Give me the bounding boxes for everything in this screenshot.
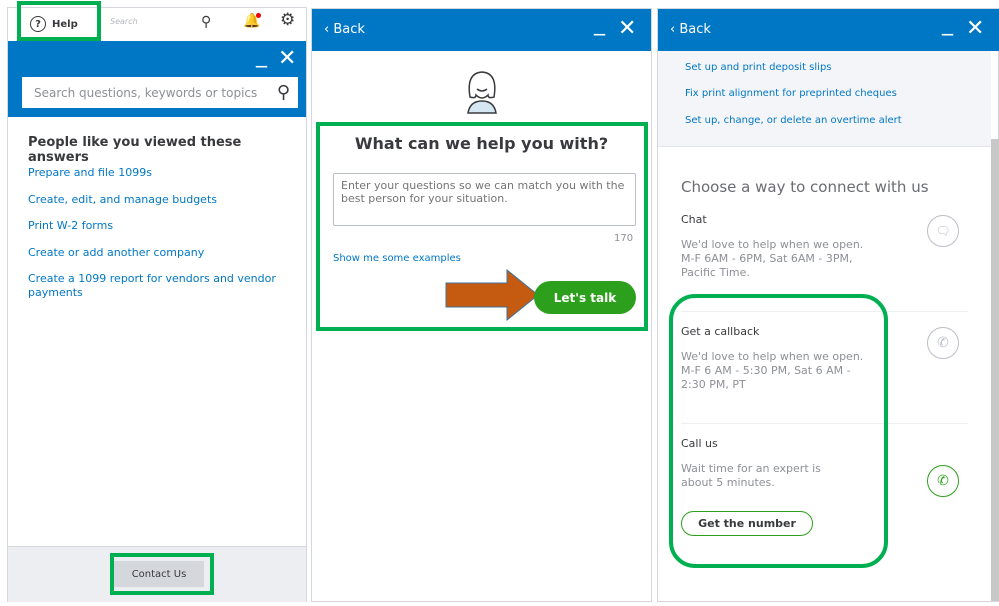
search-icon[interactable]: ⚲ — [277, 82, 290, 103]
gear-icon[interactable]: ⚙ — [280, 10, 295, 30]
close-icon[interactable]: ✕ — [966, 18, 984, 40]
arrow-annotation — [445, 269, 539, 321]
related-link[interactable]: Fix print alignment for preprinted chequ… — [685, 88, 897, 99]
contact-highlight — [110, 553, 214, 595]
related-links-section: Set up and print deposit slips Fix print… — [658, 51, 991, 147]
answer-link[interactable]: Prepare and file 1099s — [28, 166, 152, 179]
minimize-icon[interactable]: _ — [942, 13, 953, 35]
search-placeholder: Search questions, keywords or topics — [34, 85, 258, 100]
agent-avatar-icon — [467, 71, 497, 114]
answer-link[interactable]: Create, edit, and manage budgets — [28, 193, 217, 206]
answer-link[interactable]: Create a 1099 report for vendors and ven… — [28, 272, 283, 300]
chat-icon[interactable]: 🗨 — [927, 215, 959, 247]
show-examples-link[interactable]: Show me some examples — [333, 253, 461, 264]
option-desc: We'd love to help when we open. M-F 6AM … — [681, 238, 864, 279]
help-highlight — [17, 1, 101, 41]
related-link[interactable]: Set up and print deposit slips — [685, 62, 832, 73]
connect-heading: Choose a way to connect with us — [681, 178, 929, 196]
phone-icon[interactable]: ✆ — [927, 465, 959, 497]
related-link[interactable]: Set up, change, or delete an overtime al… — [685, 115, 902, 126]
char-count: 170 — [614, 233, 634, 244]
answer-link[interactable]: Print W-2 forms — [28, 219, 113, 232]
help-header: _ ✕ Search questions, keywords or topics… — [8, 41, 306, 117]
minimize-icon[interactable]: _ — [594, 13, 605, 35]
talk-header: ‹ Back _ ✕ — [312, 9, 651, 51]
lets-talk-button[interactable]: Let's talk — [534, 281, 636, 314]
options-highlight — [669, 294, 888, 568]
help-search-input[interactable]: Search questions, keywords or topics ⚲ — [22, 77, 298, 108]
answer-link[interactable]: Create or add another company — [28, 246, 204, 259]
bell-icon[interactable]: 🔔 — [243, 13, 262, 29]
back-label: Back — [333, 22, 365, 37]
option-title: Chat — [681, 213, 707, 226]
back-label: Back — [679, 22, 711, 37]
phone-icon[interactable]: ✆ — [927, 327, 959, 359]
answers-heading: People like you viewed these answers — [28, 135, 242, 165]
close-icon[interactable]: ✕ — [278, 48, 296, 70]
scrollbar[interactable] — [991, 139, 999, 601]
connect-panel: ‹ Back _ ✕ Set up and print deposit slip… — [657, 8, 999, 602]
connect-header: ‹ Back _ ✕ — [658, 9, 999, 51]
back-button[interactable]: ‹ Back — [324, 22, 365, 37]
help-panel: ? Help Search ⚲ 🔔 ⚙ _ ✕ Search questions… — [7, 1, 307, 602]
question-heading: What can we help you with? — [354, 134, 609, 153]
question-textarea[interactable] — [333, 173, 636, 226]
talk-panel: ‹ Back _ ✕ What can we help you with? 17… — [311, 8, 652, 602]
close-icon[interactable]: ✕ — [618, 18, 636, 40]
search-icon[interactable]: ⚲ — [201, 14, 211, 30]
back-button[interactable]: ‹ Back — [670, 22, 711, 37]
minimize-icon[interactable]: _ — [256, 45, 267, 67]
top-search-input[interactable]: Search — [110, 17, 138, 26]
